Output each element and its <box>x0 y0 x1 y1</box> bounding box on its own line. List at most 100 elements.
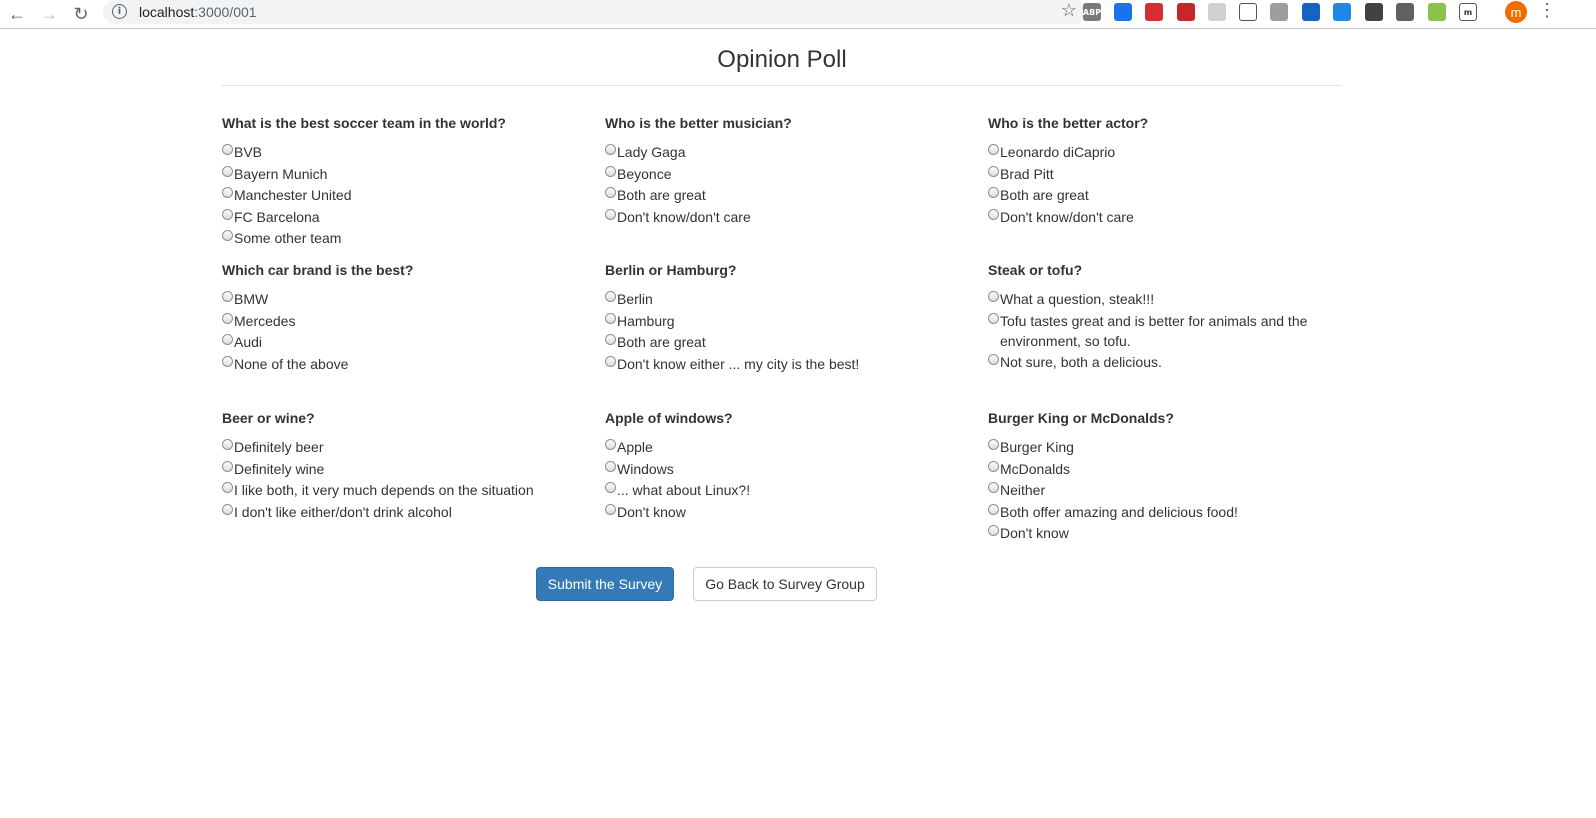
option-label: Both are great <box>1000 187 1089 204</box>
radio-button[interactable] <box>605 355 616 367</box>
bookmark-star-icon[interactable]: ☆ <box>1061 0 1077 21</box>
radio-button[interactable] <box>605 291 616 302</box>
answer-option[interactable]: What a question, steak!!! <box>988 289 1358 309</box>
answer-option[interactable]: Berlin <box>605 289 975 309</box>
vue-extension-icon[interactable] <box>1270 3 1288 21</box>
radio-button[interactable] <box>222 312 233 324</box>
radio-button[interactable] <box>988 144 999 155</box>
answer-option[interactable]: Lady Gaga <box>605 142 975 162</box>
download-extension-icon[interactable] <box>1428 3 1446 21</box>
red-play-extension-icon[interactable] <box>1145 3 1163 21</box>
answer-option[interactable]: FC Barcelona <box>222 207 592 227</box>
answer-option[interactable]: Both offer amazing and delicious food! <box>988 502 1358 522</box>
answer-option[interactable]: Windows <box>605 459 975 479</box>
sync-extension-icon[interactable] <box>1365 3 1383 21</box>
radio-button[interactable] <box>222 482 233 494</box>
chat-extension-icon[interactable] <box>1333 3 1351 21</box>
radio-button[interactable] <box>605 208 616 220</box>
radio-button[interactable] <box>605 439 616 450</box>
radio-button[interactable] <box>605 482 616 494</box>
answer-option[interactable]: ... what about Linux?! <box>605 480 975 500</box>
abp-extension-icon[interactable]: ABP <box>1083 3 1101 21</box>
radio-button[interactable] <box>988 208 999 220</box>
forward-arrow-icon[interactable]: → <box>37 2 61 26</box>
radio-button[interactable] <box>988 439 999 450</box>
window-extension-icon[interactable] <box>1302 3 1320 21</box>
reload-icon[interactable]: ↻ <box>69 2 93 26</box>
answer-option[interactable]: Don't know/don't care <box>988 207 1358 227</box>
radio-button[interactable] <box>988 354 999 366</box>
m-extension-icon[interactable]: m <box>1459 3 1477 21</box>
translate-extension-icon[interactable] <box>1114 3 1132 21</box>
answer-option[interactable]: Apple <box>605 437 975 457</box>
red-tools-extension-icon[interactable] <box>1177 3 1195 21</box>
answer-option[interactable]: Hamburg <box>605 311 975 331</box>
answer-option[interactable]: BVB <box>222 142 592 162</box>
radio-button[interactable] <box>605 460 616 472</box>
radio-button[interactable] <box>605 165 616 177</box>
profile-avatar[interactable]: m <box>1505 1 1527 23</box>
answer-option[interactable]: BMW <box>222 289 592 309</box>
radio-button[interactable] <box>605 503 616 515</box>
radio-button[interactable] <box>605 334 616 346</box>
radio-button[interactable] <box>605 144 616 155</box>
radio-button[interactable] <box>988 312 999 324</box>
answer-option[interactable]: Burger King <box>988 437 1358 457</box>
radio-button[interactable] <box>988 460 999 472</box>
answer-option[interactable]: Definitely wine <box>222 459 592 479</box>
radio-button[interactable] <box>222 291 233 302</box>
answer-option[interactable]: Don't know/don't care <box>605 207 975 227</box>
answer-option[interactable]: Manchester United <box>222 185 592 205</box>
submit-survey-button[interactable]: Submit the Survey <box>536 567 674 601</box>
answer-option[interactable]: Both are great <box>988 185 1358 205</box>
answer-option[interactable]: Beyonce <box>605 164 975 184</box>
answer-option[interactable]: Neither <box>988 480 1358 500</box>
answer-option[interactable]: Audi <box>222 332 592 352</box>
answer-option[interactable]: Don't know <box>988 523 1358 543</box>
radio-button[interactable] <box>988 291 999 302</box>
radio-button[interactable] <box>988 165 999 177</box>
answer-option[interactable]: Don't know either ... my city is the bes… <box>605 354 975 374</box>
answer-option[interactable]: I don't like either/don't drink alcohol <box>222 502 592 522</box>
radio-button[interactable] <box>222 187 233 199</box>
radio-button[interactable] <box>988 187 999 199</box>
answer-option[interactable]: Some other team <box>222 228 592 248</box>
info-icon[interactable]: i <box>112 4 127 19</box>
back-arrow-icon[interactable]: ← <box>5 2 29 26</box>
answer-option[interactable]: McDonalds <box>988 459 1358 479</box>
radio-button[interactable] <box>988 525 999 537</box>
answer-option[interactable]: None of the above <box>222 354 592 374</box>
answer-option[interactable]: Both are great <box>605 185 975 205</box>
radio-button[interactable] <box>605 187 616 199</box>
radio-button[interactable] <box>222 165 233 177</box>
radio-button[interactable] <box>222 334 233 346</box>
url-text[interactable]: localhost:3000/001 <box>139 4 257 20</box>
back-to-survey-group-button[interactable]: Go Back to Survey Group <box>693 567 877 601</box>
radio-button[interactable] <box>222 144 233 155</box>
answer-option[interactable]: Tofu tastes great and is better for anim… <box>988 311 1358 351</box>
radio-button[interactable] <box>222 208 233 220</box>
address-bar[interactable]: i localhost:3000/001 ☆ <box>103 0 1087 24</box>
radio-button[interactable] <box>988 482 999 494</box>
radio-button[interactable] <box>222 230 233 242</box>
radio-button[interactable] <box>222 503 233 515</box>
answer-option[interactable]: Not sure, both a delicious. <box>988 352 1358 372</box>
radio-button[interactable] <box>988 503 999 515</box>
question-block: Berlin or Hamburg? Berlin Hamburg Both are … <box>605 261 975 375</box>
answer-option[interactable]: Don't know <box>605 502 975 522</box>
answer-option[interactable]: Mercedes <box>222 311 592 331</box>
screenshot-extension-icon[interactable] <box>1239 3 1257 21</box>
answer-option[interactable]: Bayern Munich <box>222 164 592 184</box>
radio-button[interactable] <box>605 312 616 324</box>
radio-button[interactable] <box>222 439 233 450</box>
radio-button[interactable] <box>222 355 233 367</box>
answer-option[interactable]: Brad Pitt <box>988 164 1358 184</box>
browser-menu-icon[interactable]: ⋮ <box>1538 0 1556 21</box>
answer-option[interactable]: Leonardo diCaprio <box>988 142 1358 162</box>
answer-option[interactable]: Definitely beer <box>222 437 592 457</box>
circle-extension-icon[interactable] <box>1208 3 1226 21</box>
gcircle-extension-icon[interactable] <box>1396 3 1414 21</box>
answer-option[interactable]: I like both, it very much depends on the… <box>222 480 592 500</box>
answer-option[interactable]: Both are great <box>605 332 975 352</box>
radio-button[interactable] <box>222 460 233 472</box>
